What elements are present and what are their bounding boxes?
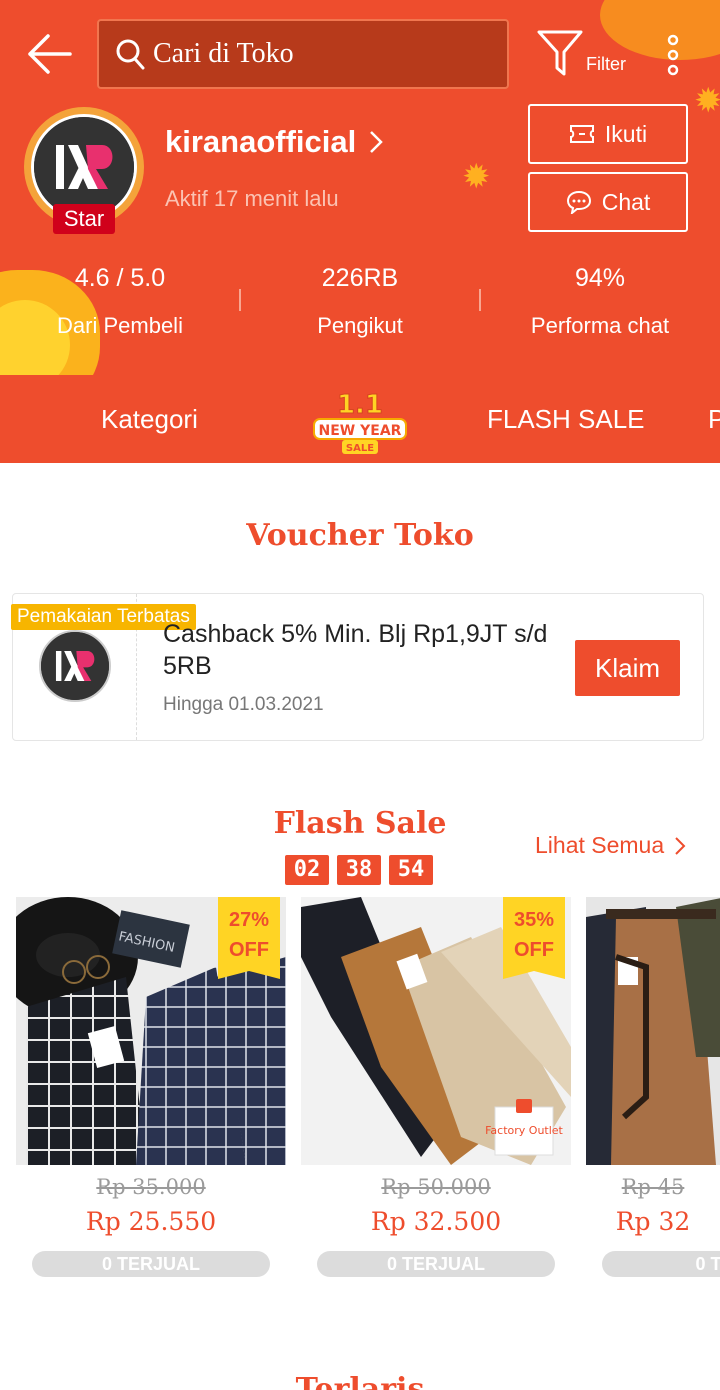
stat-value: 226RB — [321, 264, 399, 292]
original-price: Rp 35.000 — [96, 1175, 206, 1199]
chat-bubble-icon — [566, 190, 591, 214]
stat-value: 4.6 / 5.0 — [74, 264, 166, 292]
more-vertical-icon — [667, 34, 679, 76]
stat-label: Dari Pembeli — [57, 313, 183, 338]
badge-middle-text: NEW YEAR — [319, 423, 402, 439]
countdown-seconds: 54 — [389, 855, 433, 885]
tab-next-partial[interactable]: P — [708, 375, 720, 463]
tab-kategori[interactable]: Kategori — [101, 375, 198, 463]
discount-percent: 27% — [228, 909, 270, 931]
follow-button[interactable]: Ikuti — [528, 104, 688, 164]
chat-button[interactable]: Chat — [528, 172, 688, 232]
badge-top-text: 1.1 — [337, 390, 383, 420]
badge-bottom-text: SALE — [346, 443, 374, 454]
flash-sale-product-card[interactable]: FASHION 27% OFF Rp 35.000 Rp 25.550 0 TE… — [16, 897, 286, 1287]
see-all-link[interactable]: Lihat Semua — [535, 832, 686, 859]
discount-off: OFF — [229, 939, 269, 961]
voucher-description: Cashback 5% Min. Blj Rp1,9JT s/d 5RB — [163, 620, 548, 680]
filter-icon — [537, 30, 583, 76]
shop-name: kiranaofficial — [165, 124, 357, 159]
new-year-sale-badge-icon: 1.1 NEW YEAR SALE — [313, 390, 407, 454]
search-icon — [116, 39, 145, 70]
tab-new-year-sale[interactable]: 1.1 NEW YEAR SALE — [310, 385, 410, 455]
discount-percent: 35% — [513, 909, 555, 931]
sparkle-icon: ✹ — [694, 82, 720, 120]
flash-sale-product-card[interactable]: Rp 45 Rp 32 0 TER — [586, 897, 720, 1287]
factory-outlet-label: Factory Outlet — [485, 1124, 563, 1137]
tab-flash-sale[interactable]: FLASH SALE — [487, 375, 645, 463]
stat-label: Pengikut — [317, 313, 403, 338]
voucher-section-title: Voucher Toko — [246, 518, 474, 553]
claim-voucher-button[interactable]: Klaim — [575, 640, 680, 696]
sale-price: Rp 32.500 — [370, 1207, 502, 1236]
shop-header: ✹ ✹ Filter — [0, 0, 720, 375]
best-seller-section-title: Terlaris — [295, 1372, 425, 1390]
discount-badge: 35% OFF — [503, 897, 565, 979]
voucher-card: Pemakaian Terbatas Cashback 5% Min. Blj … — [11, 593, 704, 741]
filter-label: Filter — [586, 54, 626, 74]
kirana-logo-icon — [41, 632, 109, 700]
product-image — [586, 897, 720, 1165]
shop-name-link[interactable]: kiranaofficial — [165, 124, 384, 160]
sold-count: 0 TER — [602, 1251, 720, 1277]
stat-rating: 4.6 / 5.0 Dari Pembeli — [0, 264, 240, 339]
stat-followers: 226RB Pengikut — [240, 264, 480, 339]
sparkle-icon: ✹ — [462, 158, 491, 196]
countdown-minutes: 38 — [337, 855, 381, 885]
shop-tab-bar: Kategori 1.1 NEW YEAR SALE FLASH SALE P — [0, 375, 720, 463]
flash-sale-countdown: 02 38 54 — [285, 855, 433, 885]
stat-chat-performance: 94% Performa chat — [480, 264, 720, 339]
original-price: Rp 50.000 — [381, 1175, 491, 1199]
search-input[interactable] — [153, 38, 493, 70]
back-button[interactable] — [26, 32, 72, 76]
chat-label: Chat — [601, 188, 651, 215]
sold-count: 0 TERJUAL — [317, 1251, 555, 1277]
follow-label: Ikuti — [604, 120, 648, 147]
chevron-right-icon — [675, 836, 686, 855]
see-all-label: Lihat Semua — [535, 832, 665, 858]
kirana-logo-icon — [34, 117, 134, 217]
chevron-right-icon — [370, 131, 384, 153]
active-status: Aktif 17 menit lalu — [165, 186, 339, 211]
countdown-hours: 02 — [285, 855, 329, 885]
flash-sale-product-card[interactable]: Factory Outlet 35% OFF Rp 50.000 Rp 32.5… — [301, 897, 571, 1287]
original-price: Rp 45 — [621, 1175, 685, 1199]
sale-price: Rp 32 — [615, 1207, 691, 1236]
voucher-validity: Hingga 01.03.2021 — [163, 694, 324, 715]
stat-value: 94% — [574, 264, 626, 292]
sale-price: Rp 25.550 — [85, 1207, 217, 1236]
shop-search-box[interactable] — [97, 19, 509, 89]
voucher-shop-logo — [39, 630, 111, 702]
shop-page: ✹ ✹ Filter — [0, 0, 720, 1390]
arrow-left-icon — [28, 34, 72, 74]
sold-count: 0 TERJUAL — [32, 1251, 270, 1277]
paperbag-pants-image — [586, 897, 720, 1165]
discount-off: OFF — [514, 939, 554, 961]
discount-badge: 27% OFF — [218, 897, 280, 979]
filter-button[interactable]: Filter — [536, 28, 636, 80]
star-badge: Star — [53, 204, 115, 234]
stat-label: Performa chat — [530, 313, 670, 338]
ticket-icon — [569, 125, 594, 143]
more-options-button[interactable] — [660, 32, 686, 78]
